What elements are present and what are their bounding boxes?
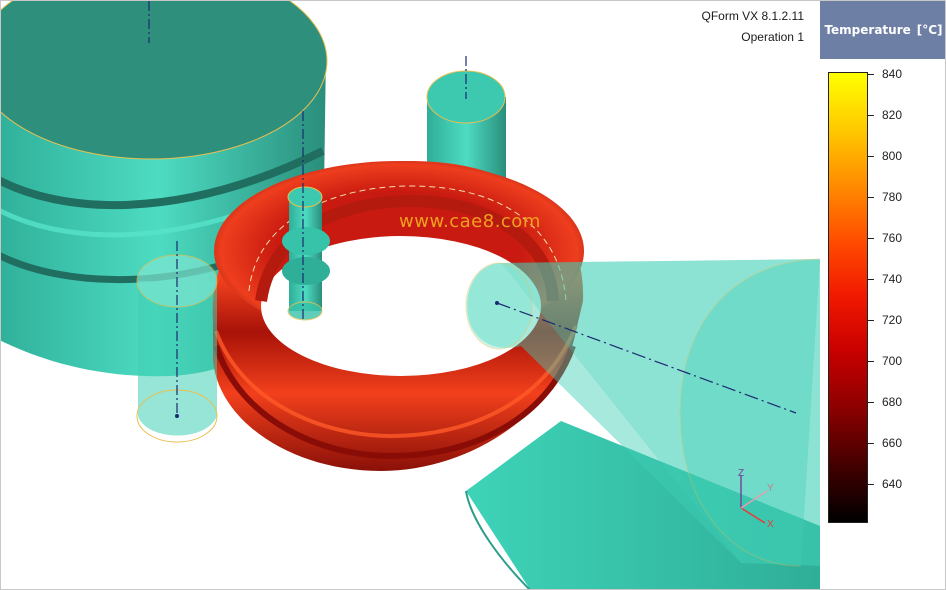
legend-tick-label: 780 xyxy=(882,190,903,204)
legend-tick-mark xyxy=(868,443,874,444)
left-guide-roll xyxy=(136,241,218,443)
legend-tick-mark xyxy=(868,115,874,116)
legend-tick-mark xyxy=(868,484,874,485)
legend-tick-mark xyxy=(868,74,874,75)
legend-tick-mark xyxy=(868,361,874,362)
legend-tick-mark xyxy=(868,320,874,321)
legend-title: Temperature xyxy=(824,23,911,37)
watermark-text: www.cae8.com xyxy=(399,211,541,232)
axis-triad-icon[interactable]: Z Y X xyxy=(731,463,791,533)
legend-tick-mark xyxy=(868,238,874,239)
legend-tick-label: 660 xyxy=(882,436,903,450)
axis-x-label: X xyxy=(767,519,774,530)
legend-tick-mark xyxy=(868,402,874,403)
legend-tick-label: 640 xyxy=(882,477,903,491)
simulation-scene xyxy=(1,1,821,589)
temperature-colorbar xyxy=(828,72,868,523)
legend-header[interactable]: Temperature [°C] xyxy=(820,1,945,59)
legend-tick-mark xyxy=(868,156,874,157)
legend-tick-label: 720 xyxy=(882,313,903,327)
axis-z-label: Z xyxy=(738,468,744,479)
3d-viewport[interactable]: QForm VX 8.1.2.11 Operation 1 www.cae8.c… xyxy=(0,0,946,590)
operation-label: Operation 1 xyxy=(741,30,804,44)
legend-tick-label: 800 xyxy=(882,149,903,163)
legend-tick-label: 740 xyxy=(882,272,903,286)
axis-y-label: Y xyxy=(767,483,774,494)
temperature-legend: Temperature [°C] 840 820 800 780 760 740 720 70… xyxy=(820,1,945,589)
app-version-label: QForm VX 8.1.2.11 xyxy=(701,9,805,23)
legend-tick-label: 820 xyxy=(882,108,903,122)
legend-tick-mark xyxy=(868,279,874,280)
legend-unit: [°C] xyxy=(916,23,943,37)
legend-tick-label: 760 xyxy=(882,231,903,245)
legend-tick-label: 680 xyxy=(882,395,903,409)
legend-tick-label: 700 xyxy=(882,354,903,368)
legend-tick-label: 840 xyxy=(882,67,903,81)
legend-tick-mark xyxy=(868,197,874,198)
